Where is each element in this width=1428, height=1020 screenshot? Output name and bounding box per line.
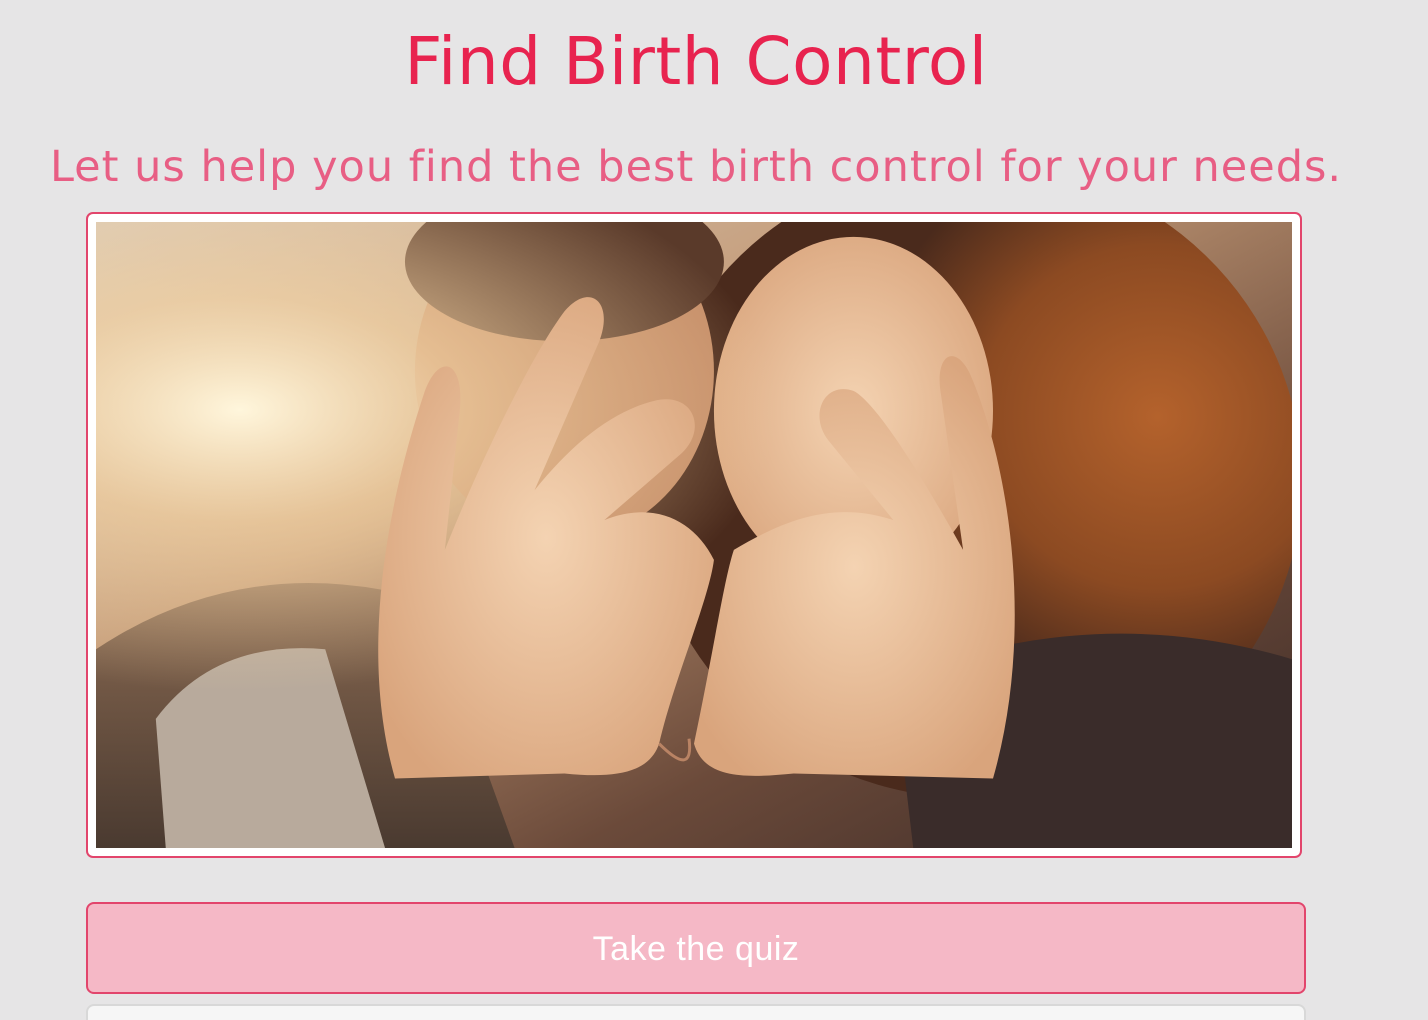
page-title: Find Birth Control <box>404 23 988 100</box>
hero-image-frame <box>86 212 1302 858</box>
hero-image <box>96 222 1292 848</box>
take-quiz-button[interactable]: Take the quiz <box>86 902 1306 994</box>
page: Find Birth Control Let us help you find … <box>0 0 1428 1020</box>
next-card <box>86 1004 1306 1020</box>
page-subtitle: Let us help you find the best birth cont… <box>49 142 1343 192</box>
couple-heart-hands-photo <box>96 222 1292 848</box>
